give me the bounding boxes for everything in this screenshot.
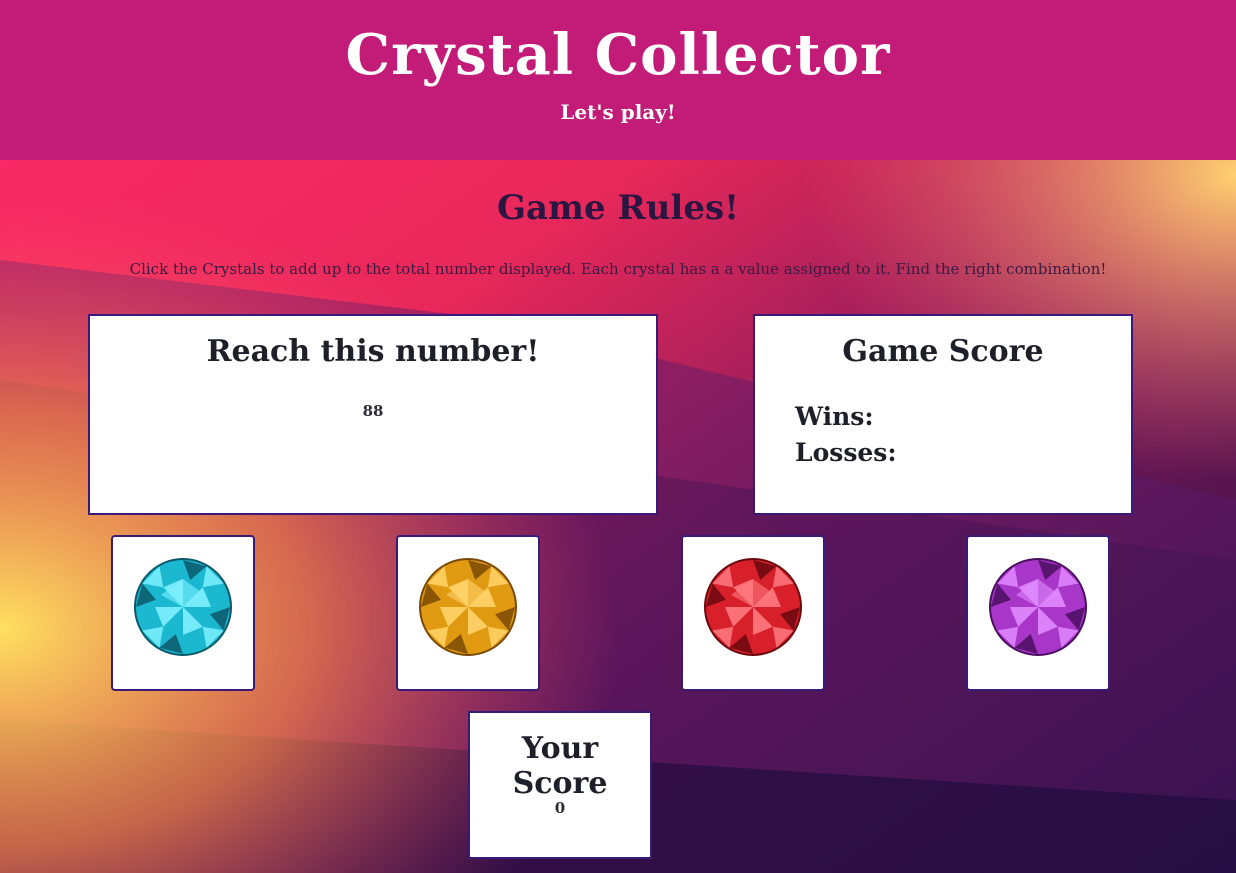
red-crystal-icon <box>704 558 802 656</box>
tagline: Let's play! <box>560 100 676 124</box>
your-score-number: 0 <box>554 799 566 817</box>
site-title: Crystal Collector <box>345 22 891 88</box>
crystal-button-blue[interactable] <box>111 535 255 691</box>
yellow-crystal-icon <box>419 558 517 656</box>
crystal-button-purple[interactable] <box>966 535 1110 691</box>
your-score-title: Your Score <box>512 731 608 801</box>
header-banner: Crystal Collector Let's play! <box>0 0 1236 160</box>
your-score-panel: Your Score 0 <box>468 711 652 859</box>
rules-title: Game Rules! <box>496 188 740 228</box>
target-title: Reach this number! <box>206 334 540 369</box>
wins-label: Wins: <box>795 402 874 431</box>
losses-label: Losses: <box>795 438 897 467</box>
target-number: 88 <box>362 402 384 420</box>
game-score-title: Game Score <box>842 334 1044 369</box>
crystal-button-red[interactable] <box>681 535 825 691</box>
crystal-button-yellow[interactable] <box>396 535 540 691</box>
rules-text: Click the Crystals to add up to the tota… <box>129 260 1107 278</box>
purple-crystal-icon <box>989 558 1087 656</box>
target-number-panel: Reach this number! 88 <box>88 314 658 515</box>
blue-crystal-icon <box>134 558 232 656</box>
game-score-panel: Game Score Wins: Losses: <box>753 314 1133 515</box>
